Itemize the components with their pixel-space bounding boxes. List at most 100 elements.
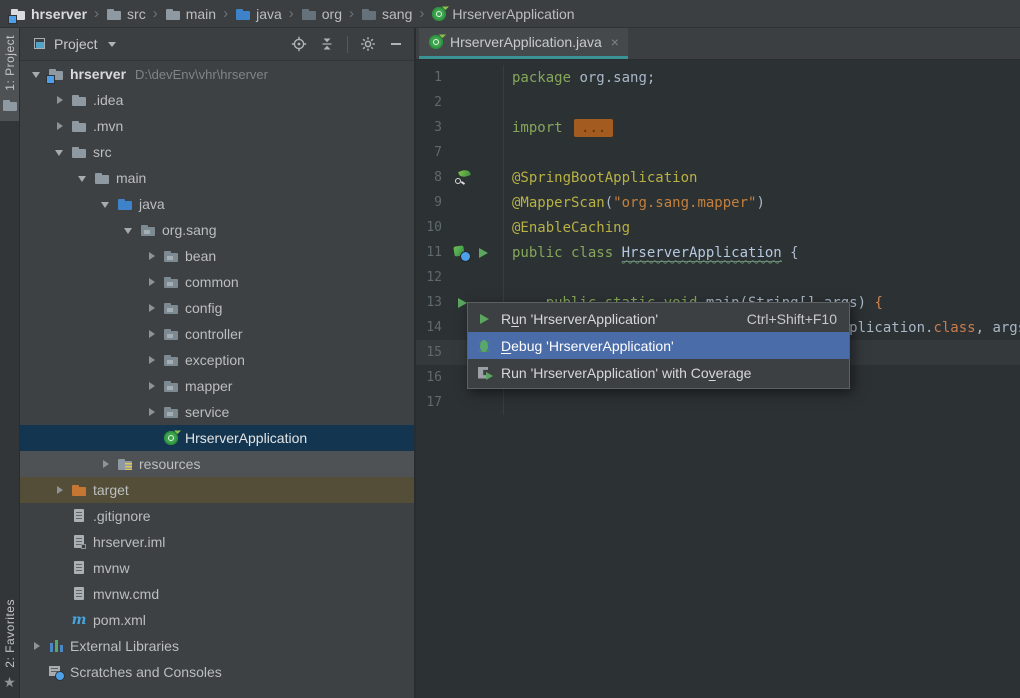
tree-item-config[interactable]: config (20, 295, 414, 321)
code-line-2[interactable]: 2 (416, 90, 1020, 115)
tree-item-scratches-and-consoles[interactable]: Scratches and Consoles (20, 659, 414, 685)
code-token: "org.sang.mapper" (613, 195, 756, 211)
hide-minus-icon[interactable] (388, 36, 404, 52)
menu-item-run-hrserverapplication-with-coverage[interactable]: Run 'HrserverApplication' with Coverage (468, 359, 849, 386)
tree-item-label: .gitignore (93, 508, 151, 524)
tree-item-main[interactable]: main (20, 165, 414, 191)
expand-arrow-icon[interactable] (99, 456, 113, 472)
tree-item-mvn[interactable]: .mvn (20, 113, 414, 139)
expand-arrow-icon[interactable] (145, 274, 159, 290)
tree-item-label: bean (185, 248, 216, 264)
tree-item-org-sang[interactable]: org.sang (20, 217, 414, 243)
tree-item-hrserver-iml[interactable]: hrserver.iml (20, 529, 414, 555)
folder-gray-icon (71, 118, 87, 134)
breadcrumb-label: main (186, 6, 216, 22)
project-view-selector[interactable]: Project (32, 36, 120, 52)
folder-gray-icon (106, 6, 122, 22)
code-line-17[interactable]: 17 (416, 390, 1020, 415)
run-context-menu: Run 'HrserverApplication'Ctrl+Shift+F10D… (467, 302, 850, 389)
expand-arrow-icon[interactable] (145, 326, 159, 342)
tree-item-controller[interactable]: controller (20, 321, 414, 347)
tree-item-java[interactable]: java (20, 191, 414, 217)
expand-arrow-icon[interactable] (53, 482, 67, 498)
code-line-9[interactable]: 9@MapperScan("org.sang.mapper") (416, 190, 1020, 215)
expand-arrow-icon[interactable] (145, 300, 159, 316)
tree-item-pom-xml[interactable]: mpom.xml (20, 607, 414, 633)
breadcrumb-org[interactable]: org (299, 6, 344, 22)
breadcrumb-src[interactable]: src (104, 6, 148, 22)
breadcrumb-separator: › (153, 5, 158, 22)
breadcrumb-main[interactable]: main (163, 6, 218, 22)
menu-item-debug-hrserverapplication[interactable]: Debug 'HrserverApplication' (468, 332, 849, 359)
breadcrumb-separator: › (419, 5, 424, 22)
editor-tab-hrserverapplication-java[interactable]: HrserverApplication.java× (419, 28, 628, 59)
expand-arrow-icon[interactable] (53, 92, 67, 108)
tree-item-label: resources (139, 456, 200, 472)
project-panel-header: Project (20, 28, 414, 61)
breadcrumb-separator: › (289, 5, 294, 22)
line-number: 8 (416, 170, 442, 185)
code-line-8[interactable]: 8 @SpringBootApplication (416, 165, 1020, 190)
tree-item-mvnw-cmd[interactable]: mvnw.cmd (20, 581, 414, 607)
collapse-arrow-icon[interactable] (30, 66, 44, 82)
expand-arrow-icon[interactable] (53, 118, 67, 134)
expand-arrow-icon[interactable] (145, 248, 159, 264)
collapse-all-icon[interactable] (319, 36, 335, 52)
breadcrumb-separator: › (94, 5, 99, 22)
tree-item-resources[interactable]: resources (20, 451, 414, 477)
breadcrumb-java[interactable]: java (233, 6, 284, 22)
breadcrumb-sang[interactable]: sang (359, 6, 414, 22)
spring-search-icon[interactable] (454, 170, 470, 186)
close-tab-icon[interactable]: × (611, 34, 619, 50)
tree-item-label: config (185, 300, 222, 316)
breadcrumb-hrserver[interactable]: hrserver (8, 6, 89, 22)
code-line-10[interactable]: 10@EnableCaching (416, 215, 1020, 240)
folder-orange-icon (71, 482, 87, 498)
breadcrumb-hrserverapplication[interactable]: HrserverApplication (429, 6, 576, 22)
expand-arrow-icon[interactable] (145, 378, 159, 394)
tree-item-hrserver[interactable]: hrserverD:\devEnv\vhr\hrserver (20, 61, 414, 87)
line-number: 17 (416, 395, 442, 410)
folder-gray-icon (71, 92, 87, 108)
code-line-1[interactable]: 1package org.sang; (416, 65, 1020, 90)
tree-item-gitignore[interactable]: .gitignore (20, 503, 414, 529)
tree-item-bean[interactable]: bean (20, 243, 414, 269)
scratches-icon (48, 664, 64, 680)
code-line-11[interactable]: 11public class HrserverApplication { (416, 240, 1020, 265)
project-panel: Project hrserverD:\devEnv\vhr\hrserver.i… (20, 28, 414, 698)
locate-icon[interactable] (291, 36, 307, 52)
code-line-7[interactable]: 7 (416, 140, 1020, 165)
tree-item-mapper[interactable]: mapper (20, 373, 414, 399)
settings-gear-icon[interactable] (360, 36, 376, 52)
tree-item-mvnw[interactable]: mvnw (20, 555, 414, 581)
collapse-arrow-icon[interactable] (76, 170, 90, 186)
tree-item-idea[interactable]: .idea (20, 87, 414, 113)
collapse-arrow-icon[interactable] (99, 196, 113, 212)
expand-arrow-icon[interactable] (30, 638, 44, 654)
tree-item-service[interactable]: service (20, 399, 414, 425)
tree-item-src[interactable]: src (20, 139, 414, 165)
folder-project-icon (10, 6, 26, 22)
gutter (442, 190, 504, 215)
code-token: @SpringBootApplication (512, 170, 697, 186)
collapse-arrow-icon[interactable] (53, 144, 67, 160)
menu-item-run-hrserverapplication[interactable]: Run 'HrserverApplication'Ctrl+Shift+F10 (468, 305, 849, 332)
spring-boot-icon[interactable] (454, 245, 470, 261)
code-line-12[interactable]: 12 (416, 265, 1020, 290)
tree-item-common[interactable]: common (20, 269, 414, 295)
code-line-3[interactable]: 3import ... (416, 115, 1020, 140)
chevron-down-icon[interactable] (104, 36, 120, 52)
run-icon[interactable] (475, 245, 491, 261)
gutter (442, 115, 504, 140)
collapse-arrow-icon[interactable] (122, 222, 136, 238)
folder-package-icon (140, 222, 156, 238)
tree-item-label: pom.xml (93, 612, 146, 628)
tool-window-button-project[interactable]: 1: Project (0, 28, 19, 121)
tree-item-hrserverapplication[interactable]: HrserverApplication (20, 425, 414, 451)
tree-item-external-libraries[interactable]: External Libraries (20, 633, 414, 659)
tree-item-exception[interactable]: exception (20, 347, 414, 373)
tree-item-target[interactable]: target (20, 477, 414, 503)
expand-arrow-icon[interactable] (145, 352, 159, 368)
tool-window-button-favorites[interactable]: 2: Favorites★ (0, 592, 19, 698)
expand-arrow-icon[interactable] (145, 404, 159, 420)
